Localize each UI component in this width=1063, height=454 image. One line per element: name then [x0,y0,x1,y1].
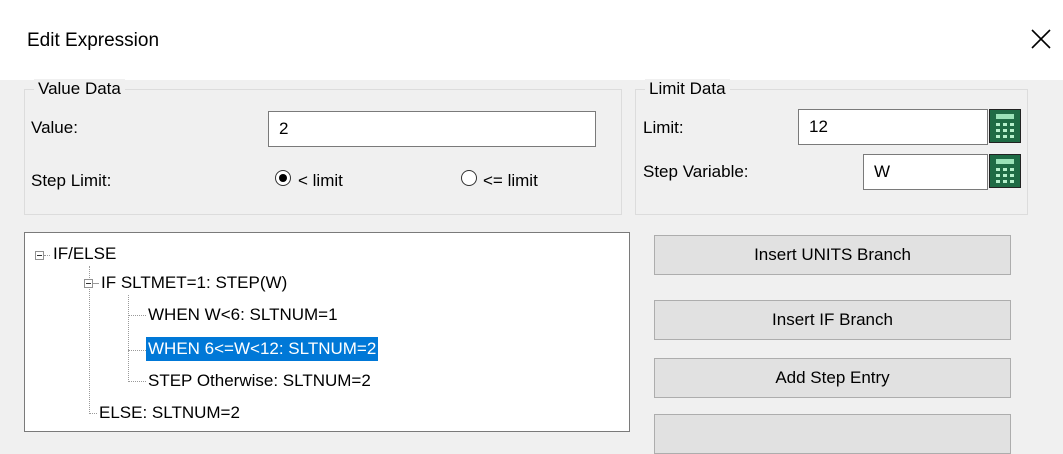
limit-data-group: Limit Data Limit: 12 Step Variable: W [635,79,1028,215]
less-equal-limit-label[interactable]: <= limit [483,171,538,191]
step-limit-label: Step Limit: [31,171,112,190]
value-data-legend: Value Data [34,79,125,99]
tree-expander-if-sltmet[interactable] [84,279,93,288]
tree-node-if-else[interactable]: IF/ELSE [51,242,118,266]
limit-input[interactable]: 12 [798,109,988,145]
tree-node-when-w-lt-6[interactable]: WHEN W<6: SLTNUM=1 [146,303,340,327]
limit-calculator-button[interactable] [989,109,1021,143]
action-button-4[interactable] [654,414,1011,454]
less-equal-limit-radio[interactable] [461,170,477,186]
limit-data-legend: Limit Data [645,79,730,99]
value-label: Value: [31,118,78,137]
tree-node-step-otherwise[interactable]: STEP Otherwise: SLTNUM=2 [146,369,373,393]
tree-node-if-sltmet[interactable]: IF SLTMET=1: STEP(W) [99,271,289,295]
insert-units-branch-button[interactable]: Insert UNITS Branch [654,235,1011,275]
value-data-group: Value Data Value: 2 Step Limit: < limit … [24,79,622,215]
add-step-entry-button[interactable]: Add Step Entry [654,358,1011,398]
dialog-title: Edit Expression [27,30,160,51]
insert-if-branch-button[interactable]: Insert IF Branch [654,300,1011,340]
less-than-limit-label[interactable]: < limit [298,171,343,191]
close-icon [1031,29,1051,49]
step-variable-calculator-button[interactable] [989,154,1021,188]
tree-node-else[interactable]: ELSE: SLTNUM=2 [97,401,242,425]
title-bar: Edit Expression [0,0,1063,80]
tree-node-when-6-le-w-lt-12[interactable]: WHEN 6<=W<12: SLTNUM=2 [146,337,379,361]
less-than-limit-radio[interactable] [275,170,291,186]
limit-label: Limit: [643,118,684,137]
tree-expander-if-else[interactable] [35,251,44,260]
step-variable-input[interactable]: W [863,154,988,190]
value-input[interactable]: 2 [268,111,596,147]
close-button[interactable] [1022,20,1062,60]
step-variable-label: Step Variable: [643,162,749,181]
expression-tree[interactable]: IF/ELSE IF SLTMET=1: STEP(W) WHEN W<6: S… [24,232,630,432]
